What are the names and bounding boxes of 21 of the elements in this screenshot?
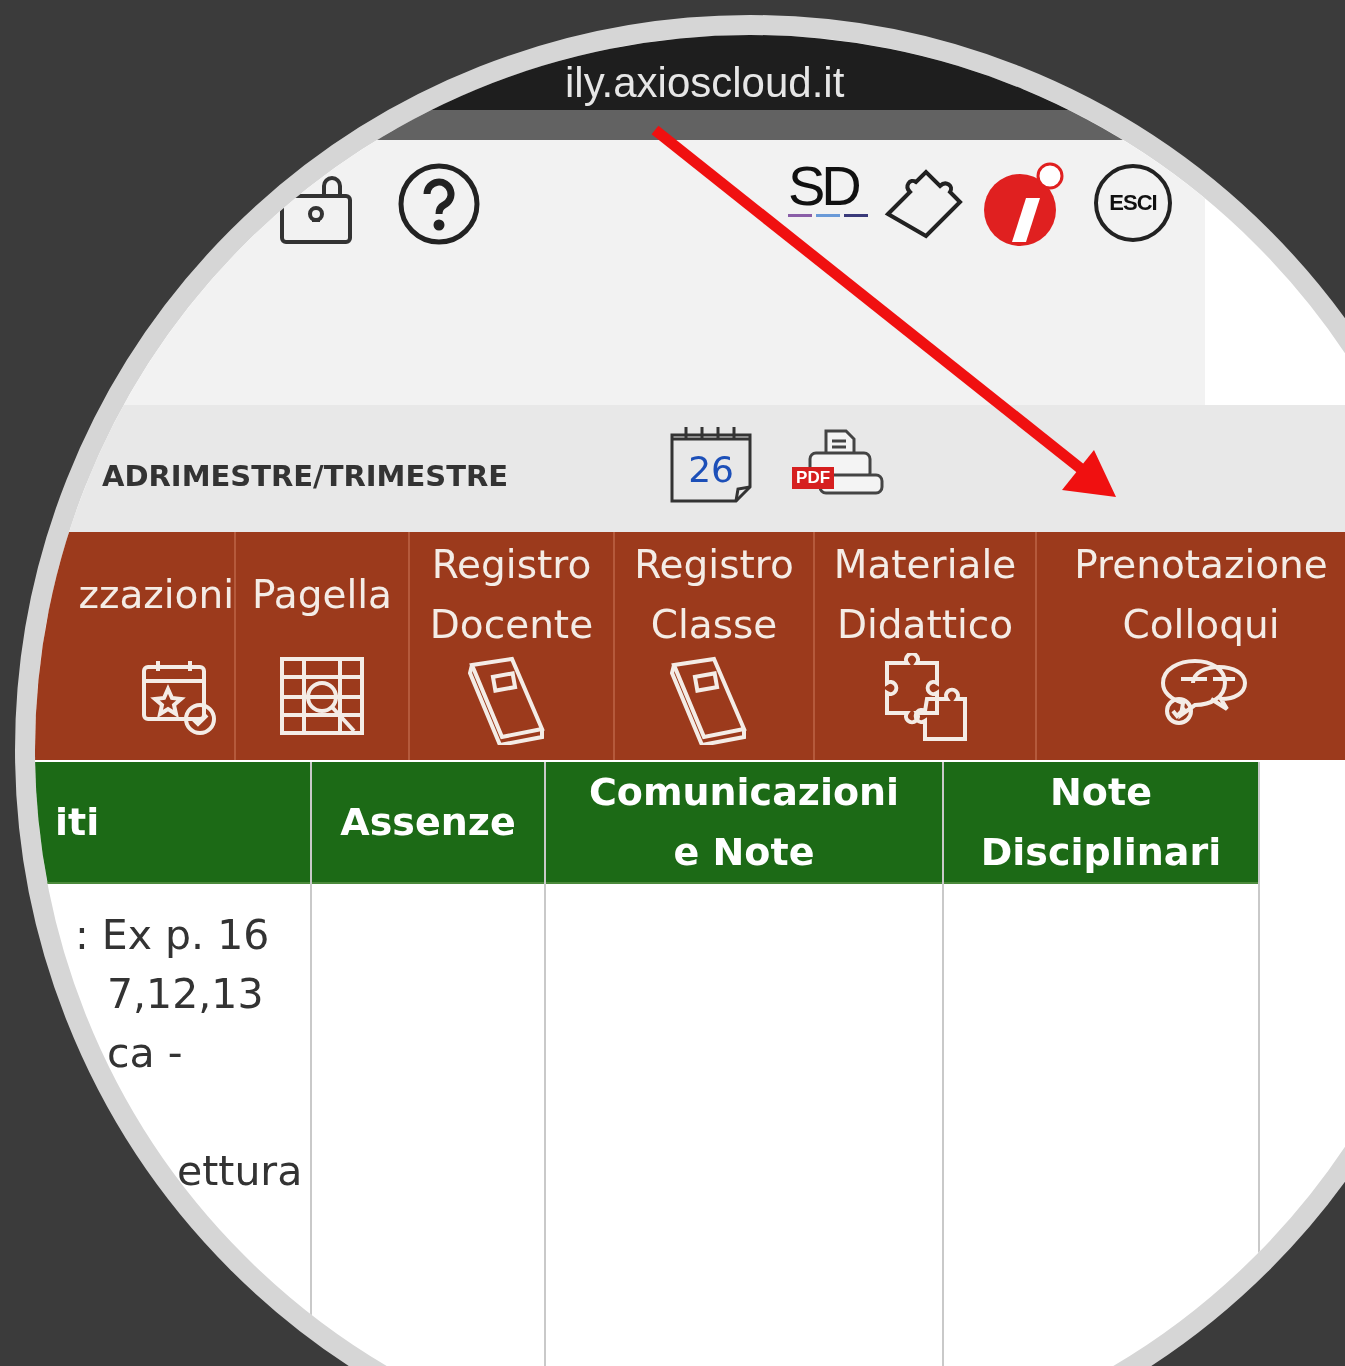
column-header: Assenze xyxy=(312,762,544,884)
column-header: iti xyxy=(35,762,310,884)
menu-item[interactable]: Registro Classe xyxy=(615,532,815,760)
cell-text: : Ex p. 16 xyxy=(74,910,271,961)
cell-text: 7,12,13 xyxy=(106,969,265,1020)
menu-item[interactable]: Registro Docente xyxy=(410,532,615,760)
cell-text: ca - xyxy=(106,1028,184,1079)
sd-logo[interactable]: SD xyxy=(788,158,868,217)
exit-button[interactable]: ESCI xyxy=(1094,164,1172,242)
menu-item[interactable]: zzazioni xyxy=(35,532,236,760)
menu-item[interactable]: Pagella xyxy=(236,532,410,760)
cell-text: ettura xyxy=(176,1146,304,1197)
menu-item[interactable]: Materiale Didattico xyxy=(815,532,1037,760)
column-header: Note Disciplinari xyxy=(944,762,1258,884)
help-icon[interactable] xyxy=(397,162,481,246)
lock-icon[interactable] xyxy=(278,174,354,246)
column-header: Comunicazioni e Note xyxy=(546,762,942,884)
menu-item[interactable]: Prenotazione Colloqui xyxy=(1037,532,1345,760)
period-title: ADRIMESTRE/TRIMESTRE xyxy=(102,458,509,493)
url-text: ily.axioscloud.it xyxy=(565,59,845,106)
pdf-print-button[interactable]: PDF xyxy=(790,426,885,499)
